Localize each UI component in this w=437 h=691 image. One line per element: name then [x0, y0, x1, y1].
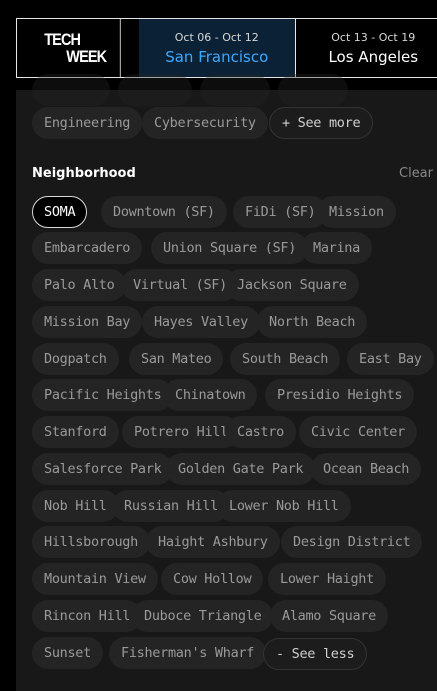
neighborhood-chip[interactable]: Mountain View	[32, 563, 158, 595]
neighborhood-chip[interactable]: Mission Bay	[32, 306, 143, 338]
neighborhood-chip[interactable]: Potrero Hill	[122, 416, 240, 448]
neighborhood-chip[interactable]: Lower Haight	[268, 563, 386, 595]
topic-chip-cybersecurity[interactable]: Cybersecurity	[142, 107, 268, 139]
neighborhood-chip[interactable]: Nob Hill	[32, 490, 119, 522]
neighborhood-chip[interactable]: East Bay	[347, 343, 434, 375]
neighborhood-chip[interactable]: Rincon Hill	[32, 600, 143, 632]
neighborhood-chip[interactable]: Virtual (SF)	[121, 269, 239, 301]
neighborhood-chip[interactable]: Cow Hollow	[161, 563, 264, 595]
neighborhood-chip[interactable]: South Beach	[230, 343, 341, 375]
neighborhood-chip-soma[interactable]: SOMA	[32, 196, 88, 228]
neighborhood-chip[interactable]: Lower Nob Hill	[217, 490, 351, 522]
neighborhood-chip[interactable]: Fisherman's Wharf	[109, 637, 267, 669]
tech-week-logo[interactable]: TECH WEEK	[17, 19, 121, 77]
neighborhood-chip[interactable]: Alamo Square	[270, 600, 388, 632]
neighborhood-chip[interactable]: Hillsborough	[32, 526, 150, 558]
week-dates: Oct 06 - Oct 12	[174, 30, 259, 44]
neighborhood-chip[interactable]: Castro	[225, 416, 296, 448]
neighborhood-chip[interactable]: Ocean Beach	[311, 453, 422, 485]
neighborhood-chip[interactable]: Duboce Triangle	[132, 600, 274, 632]
filter-panel: Engineering Cybersecurity + See more Nei…	[16, 74, 437, 691]
neighborhood-title: Neighborhood	[32, 166, 136, 181]
neighborhood-chip[interactable]: Mission	[317, 196, 396, 228]
neighborhood-chip[interactable]: Hayes Valley	[142, 306, 260, 338]
week-dates: Oct 13 - Oct 19	[331, 30, 416, 44]
neighborhood-chip[interactable]: Palo Alto	[32, 269, 127, 301]
neighborhood-chip[interactable]: North Beach	[257, 306, 368, 338]
neighborhood-chip[interactable]: Salesforce Park	[32, 453, 174, 485]
topic-chip-hidden[interactable]	[200, 74, 270, 106]
neighborhood-chip[interactable]: Golden Gate Park	[166, 453, 316, 485]
neighborhood-chip[interactable]: Embarcadero	[32, 232, 143, 264]
neighborhood-chip[interactable]: Pacific Heights	[32, 379, 174, 411]
topic-chip-hidden[interactable]	[32, 74, 110, 106]
neighborhood-chip[interactable]: San Mateo	[129, 343, 224, 375]
neighborhood-chip[interactable]: Civic Center	[299, 416, 417, 448]
neighborhood-chip[interactable]: Presidio Heights	[265, 379, 415, 411]
neighborhood-chip[interactable]: Russian Hill	[112, 490, 230, 522]
clear-button[interactable]: Clear	[399, 166, 433, 181]
topic-chip-hidden[interactable]	[278, 74, 348, 106]
week-city: San Francisco	[165, 47, 269, 66]
neighborhood-chip[interactable]: Marina	[301, 232, 372, 264]
neighborhood-chip[interactable]: Design District	[281, 526, 423, 558]
neighborhood-chip[interactable]: Sunset	[32, 637, 103, 669]
see-more-button[interactable]: + See more	[269, 107, 374, 139]
week-header: TECH WEEK Oct 06 - Oct 12 San Francisco …	[16, 18, 437, 78]
neighborhood-chip[interactable]: Chinatown	[163, 379, 258, 411]
week-tab-los-angeles[interactable]: Oct 13 - Oct 19 Los Angeles	[296, 19, 437, 77]
logo-line-1: TECH	[44, 30, 81, 49]
neighborhood-chip[interactable]: Jackson Square	[225, 269, 359, 301]
neighborhood-chip[interactable]: Dogpatch	[32, 343, 119, 375]
neighborhood-chip[interactable]: Stanford	[32, 416, 119, 448]
topic-chip-hidden[interactable]	[118, 74, 192, 106]
neighborhood-chip[interactable]: FiDi (SF)	[233, 196, 328, 228]
logo-line-2: WEEK	[66, 47, 107, 66]
neighborhood-chip[interactable]: Union Square (SF)	[151, 232, 309, 264]
week-city: Los Angeles	[328, 47, 419, 66]
neighborhood-chip[interactable]: Downtown (SF)	[101, 196, 227, 228]
neighborhood-chip[interactable]: Haight Ashbury	[146, 526, 280, 558]
topic-chip-engineering[interactable]: Engineering	[32, 107, 143, 139]
week-tab-san-francisco[interactable]: Oct 06 - Oct 12 San Francisco	[139, 19, 296, 77]
see-less-button[interactable]: - See less	[263, 638, 368, 670]
